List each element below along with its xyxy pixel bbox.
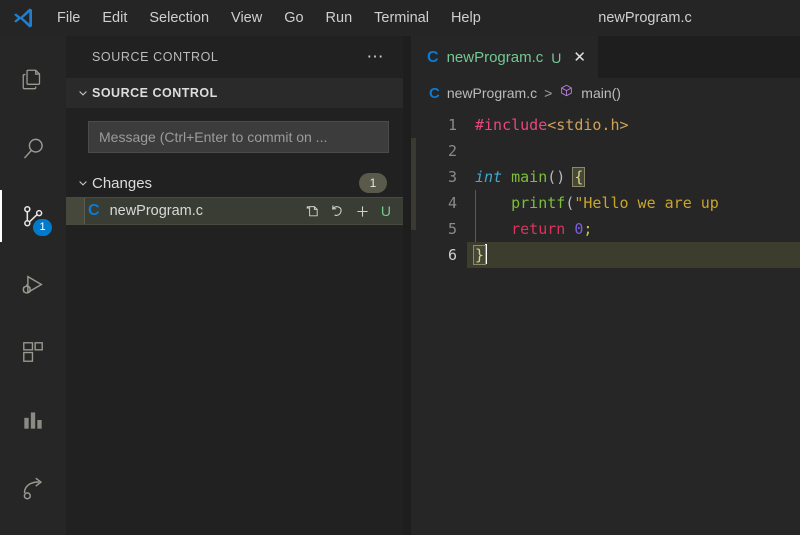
code-line-1: #include<stdio.h>: [467, 112, 800, 138]
line-number-gutter: 1 2 3 4 5 6: [411, 108, 467, 535]
files-icon: [20, 67, 46, 93]
run-debug-icon: [20, 271, 47, 298]
commit-message-box[interactable]: [88, 121, 389, 153]
activity-item-run-and-debug[interactable]: [0, 250, 66, 318]
breadcrumb-file[interactable]: newProgram.c: [447, 85, 537, 101]
editor-decoration-sliver: [411, 138, 416, 230]
activity-item-chart[interactable]: [0, 386, 66, 454]
editor-tabs-bar: C newProgram.c U ✕: [411, 36, 800, 78]
tab-status-badge: U: [551, 49, 562, 66]
indent-guide: [475, 190, 476, 216]
source-control-section-header[interactable]: SOURCE CONTROL: [66, 78, 403, 108]
menu-item-edit[interactable]: Edit: [91, 7, 138, 29]
c-file-icon: C: [427, 48, 439, 66]
indent-guide: [475, 216, 476, 242]
line-number: 4: [447, 194, 457, 212]
code-line-3: int main() {: [467, 164, 800, 190]
token-function-main: main: [511, 168, 548, 186]
bar-chart-icon: [20, 407, 46, 433]
token-keyword-int: int: [475, 168, 503, 186]
token-parens: (): [547, 168, 566, 186]
breadcrumb-symbol[interactable]: main(): [581, 85, 621, 101]
open-file-icon[interactable]: [304, 203, 320, 219]
token-include-path: <stdio.h>: [547, 116, 629, 134]
menu-item-terminal[interactable]: Terminal: [363, 7, 440, 29]
close-icon[interactable]: ✕: [573, 50, 586, 65]
discard-icon[interactable]: [329, 203, 345, 219]
code-line-4: printf("Hello we are up: [467, 190, 800, 216]
menu-item-run[interactable]: Run: [315, 7, 364, 29]
ellipsis-icon[interactable]: ⋯: [367, 48, 388, 65]
token-string: "Hello we are up: [574, 194, 719, 212]
plus-icon[interactable]: [354, 203, 371, 220]
activity-item-search[interactable]: [0, 114, 66, 182]
source-control-sidebar: SOURCE CONTROL ⋯ SOURCE CONTROL Message …: [66, 36, 403, 535]
file-status-badge: U: [380, 203, 391, 219]
c-file-icon: C: [88, 202, 100, 219]
title-bar: File Edit Selection View Go Run Terminal…: [0, 0, 800, 36]
line-number-active: 6: [447, 246, 457, 264]
breadcrumb-separator: >: [544, 85, 553, 101]
source-control-badge: 1: [33, 219, 52, 236]
tab-label: newProgram.c: [446, 49, 544, 66]
code-editor[interactable]: 1 2 3 4 5 6 #include<stdio.h> int main()…: [411, 108, 800, 535]
changes-file-actions: U: [304, 203, 393, 220]
menu-item-go[interactable]: Go: [273, 7, 314, 29]
line-number: 2: [447, 142, 457, 160]
text-cursor: [485, 244, 488, 264]
menu-item-help[interactable]: Help: [440, 7, 492, 29]
method-symbol-icon: [559, 83, 574, 103]
workbench-body: 1 SOURCE CONTROL ⋯ SOURCE CONTROL Messag…: [0, 36, 800, 535]
editor-group: C newProgram.c U ✕ C newProgram.c > main…: [411, 36, 800, 535]
activity-item-source-control[interactable]: 1: [0, 182, 66, 250]
window-title: newProgram.c: [598, 10, 692, 26]
token-semicolon: ;: [583, 220, 593, 238]
token-preprocessor: #include: [475, 116, 548, 134]
extensions-icon: [20, 339, 46, 365]
line-number: 1: [447, 116, 457, 134]
vscode-window: File Edit Selection View Go Run Terminal…: [0, 0, 800, 535]
token-close-brace: }: [472, 245, 487, 265]
menu-item-file[interactable]: File: [46, 7, 91, 29]
chevron-down-icon: [74, 87, 92, 99]
activity-item-explorer[interactable]: [0, 46, 66, 114]
code-line-6: }: [467, 242, 800, 268]
line-number: 3: [447, 168, 457, 186]
changes-file-row[interactable]: C newProgram.c U: [66, 197, 403, 225]
code-line-5: return 0;: [467, 216, 800, 242]
code-content[interactable]: #include<stdio.h> int main() { printf("H…: [467, 108, 800, 535]
c-file-icon: C: [429, 84, 440, 102]
editor-tab-newprogram-c[interactable]: C newProgram.c U ✕: [411, 36, 598, 78]
activity-item-share[interactable]: [0, 454, 66, 522]
share-arrow-icon: [20, 475, 47, 502]
menu-bar: File Edit Selection View Go Run Terminal…: [46, 7, 492, 29]
activity-bar: 1: [0, 36, 66, 535]
activity-item-extensions[interactable]: [0, 318, 66, 386]
sidebar-title: SOURCE CONTROL: [92, 50, 219, 64]
source-control-section-title: SOURCE CONTROL: [92, 86, 218, 100]
changes-file-name: newProgram.c: [109, 203, 204, 219]
menu-item-view[interactable]: View: [220, 7, 273, 29]
menu-item-selection[interactable]: Selection: [138, 7, 220, 29]
breadcrumb: C newProgram.c > main(): [411, 78, 800, 108]
vscode-logo-icon: [0, 6, 46, 30]
token-keyword-return: return: [511, 220, 566, 238]
token-open-paren: (: [565, 194, 575, 212]
changes-group-header[interactable]: Changes 1: [66, 169, 403, 197]
line-number: 5: [447, 220, 457, 238]
search-icon: [20, 135, 47, 162]
commit-message-input[interactable]: [97, 128, 380, 146]
changes-count-badge: 1: [359, 173, 387, 193]
chevron-down-icon: [74, 177, 92, 189]
sidebar-editor-sash[interactable]: [403, 36, 411, 535]
token-open-brace: {: [572, 167, 586, 187]
token-function-printf: printf: [511, 194, 566, 212]
sidebar-title-bar: SOURCE CONTROL ⋯: [66, 36, 403, 78]
changes-label: Changes: [92, 174, 153, 192]
